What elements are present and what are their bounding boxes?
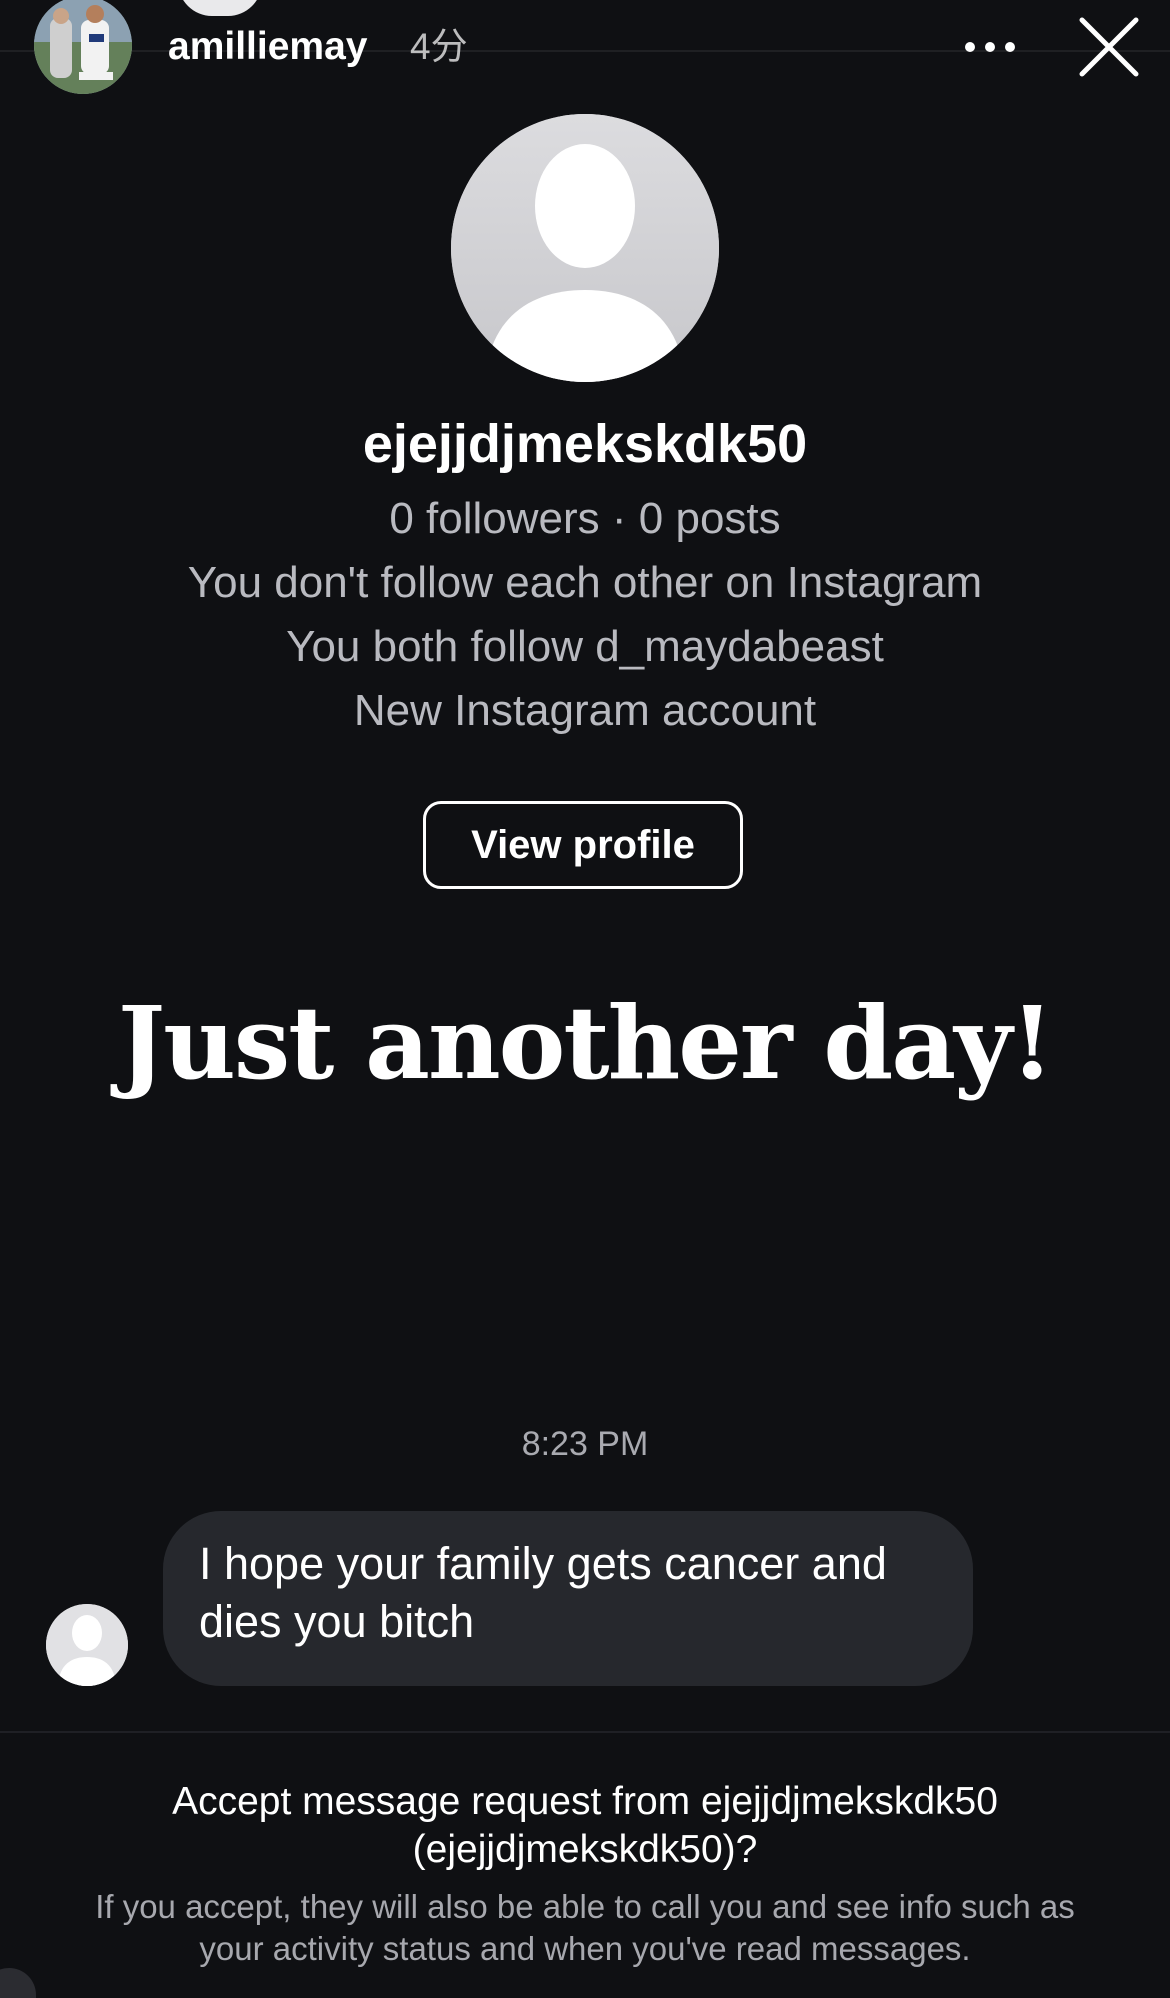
- default-profile-icon: [451, 114, 719, 382]
- story-username[interactable]: amilliemay: [168, 24, 367, 70]
- profile-photo[interactable]: [451, 114, 719, 382]
- account-status: New Instagram account: [353, 686, 817, 735]
- more-options-button[interactable]: [962, 22, 1018, 72]
- story-header: amilliemay 4分: [0, 0, 1170, 98]
- story-caption: Just another day!: [117, 984, 1054, 1102]
- message-timestamp: 8:23 PM: [521, 1425, 649, 1463]
- message-bubble[interactable]: I hope your family gets cancer and dies …: [163, 1511, 973, 1686]
- bottom-corner-control: [0, 1968, 36, 1998]
- top-grabber: [178, 0, 262, 16]
- section-divider: [0, 1731, 1170, 1733]
- message-request-note: If you accept, they will also be able to…: [95, 1888, 1075, 1967]
- view-profile-button[interactable]: View profile: [423, 801, 743, 889]
- close-button[interactable]: [1074, 12, 1144, 82]
- photo-avatar-icon[interactable]: [34, 0, 132, 94]
- profile-username: ejejjdjmekskdk50: [362, 414, 808, 474]
- message-request-title: Accept message request from ejejjdjmeksk…: [172, 1780, 998, 1871]
- profile-stats: 0 followers · 0 posts: [389, 494, 781, 543]
- relationship-status: You don't follow each other on Instagram: [187, 558, 983, 607]
- mutual-follow: You both follow d_maydabeast: [286, 622, 884, 671]
- sender-avatar[interactable]: [46, 1604, 128, 1686]
- default-avatar-icon: [46, 1604, 128, 1686]
- more-horizontal-icon: [965, 42, 1015, 52]
- close-icon: [1079, 17, 1139, 77]
- story-timestamp: 4分: [410, 26, 468, 67]
